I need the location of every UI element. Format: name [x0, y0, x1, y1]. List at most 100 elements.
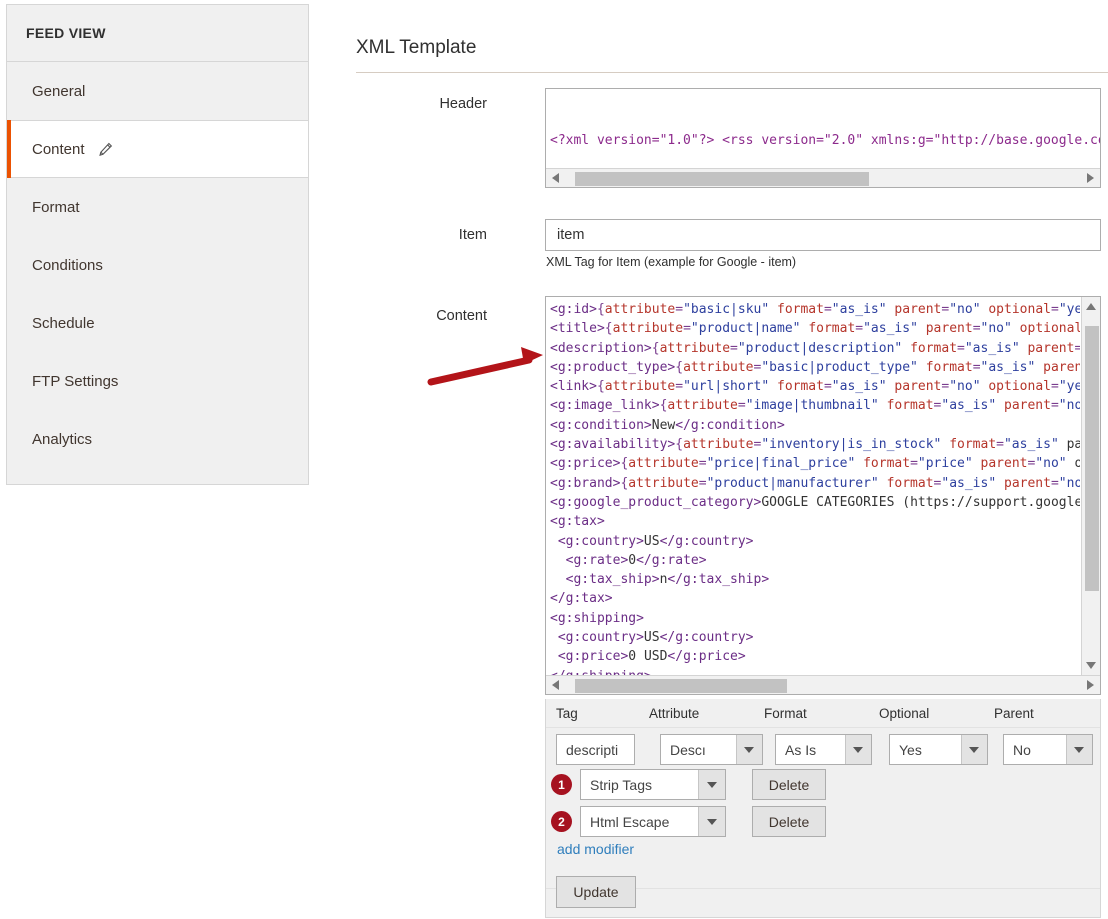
content-code-line: <g:tax_ship>n</g:tax_ship> [565, 572, 770, 588]
column-header-optional: Optional [879, 705, 930, 721]
hscroll-thumb[interactable] [575, 678, 787, 693]
chevron-down-icon[interactable] [698, 807, 725, 836]
content-code-line: <g:rate>0</g:rate> [565, 552, 707, 568]
content-vscrollbar[interactable] [1081, 297, 1100, 675]
title-divider [356, 72, 1108, 73]
hscroll-left-arrow-icon[interactable] [546, 676, 565, 695]
modifier-select-value: Html Escape [590, 813, 670, 830]
optional-select-value: Yes [899, 741, 922, 758]
chevron-down-icon[interactable] [960, 735, 987, 764]
annotation-arrow-icon [427, 347, 543, 386]
tag-input-value: descripti [566, 741, 619, 758]
sidebar-item-content[interactable]: Content [7, 120, 308, 178]
format-select[interactable]: As Is [775, 734, 872, 765]
content-code-line: <description>{attribute="product|descrip… [550, 340, 1080, 356]
tag-editor-panel: Tag Attribute Format Optional Parent des… [545, 699, 1101, 918]
hscroll-thumb[interactable] [575, 171, 870, 186]
feed-view-sidebar: FEED VIEW General Content Format Conditi… [6, 4, 309, 485]
page-title: XML Template [356, 37, 477, 58]
sidebar-item-general[interactable]: General [7, 62, 308, 120]
format-select-value: As Is [785, 741, 817, 758]
hscroll-left-arrow-icon[interactable] [546, 169, 565, 188]
modifier-row: 2 [551, 811, 572, 832]
sidebar-item-schedule[interactable]: Schedule [7, 294, 308, 352]
add-modifier-link[interactable]: add modifier [557, 841, 634, 857]
sidebar-item-label: Conditions [32, 256, 103, 274]
tag-editor-footer: Update [546, 876, 1100, 917]
content-code-line: <g:condition>New</g:condition> [550, 417, 785, 433]
content-textarea[interactable]: <g:id>{attribute="basic|sku" format="as_… [545, 296, 1101, 695]
modifier-select-value: Strip Tags [590, 776, 652, 793]
content-code-line: </g:tax> [550, 591, 613, 607]
item-field-hint: XML Tag for Item (example for Google - i… [546, 255, 797, 269]
vscroll-thumb[interactable] [1084, 326, 1099, 592]
chevron-down-icon[interactable] [1065, 735, 1092, 764]
sidebar-item-label: Content [32, 140, 85, 158]
sidebar-item-format[interactable]: Format [7, 178, 308, 236]
hscroll-track[interactable] [565, 169, 1081, 188]
tag-input[interactable]: descripti [556, 734, 635, 765]
update-button[interactable]: Update [556, 876, 636, 908]
item-input-value: item [557, 227, 585, 243]
hscroll-right-arrow-icon[interactable] [1081, 676, 1100, 695]
header-code-line: <?xml version="1.0"?> <rss version="2.0"… [550, 132, 1101, 148]
tag-row: descripti [556, 734, 635, 765]
content-code-line: <g:google_product_category>GOOGLE CATEGO… [550, 494, 1080, 510]
optional-select[interactable]: Yes [889, 734, 988, 765]
sidebar-item-analytics[interactable]: Analytics [7, 410, 308, 468]
content-field-label: Content [436, 308, 487, 324]
content-code-line: <g:shipping> [550, 610, 644, 626]
sidebar-item-ftp-settings[interactable]: FTP Settings [7, 352, 308, 410]
column-header-attribute: Attribute [649, 705, 700, 721]
pencil-icon[interactable] [98, 142, 113, 157]
sidebar-item-label: Format [32, 198, 80, 216]
app-root: FEED VIEW General Content Format Conditi… [0, 0, 1108, 919]
content-code-line: <g:image_link>{attribute="image|thumbnai… [550, 398, 1080, 414]
content-code-line: <g:product_type>{attribute="basic|produc… [550, 359, 1080, 375]
item-field-label: Item [458, 227, 487, 243]
content-code-line: <g:price>{attribute="price|final_price" … [550, 456, 1080, 472]
delete-modifier-button-2[interactable]: Delete [752, 806, 826, 837]
parent-select[interactable]: No [1003, 734, 1093, 765]
content-textarea-content: <g:id>{attribute="basic|sku" format="as_… [550, 300, 1080, 686]
hscroll-right-arrow-icon[interactable] [1081, 169, 1100, 188]
sidebar-item-conditions[interactable]: Conditions [7, 236, 308, 294]
tag-editor-body: descripti Descı As Is Yes No 1 Strip Tag… [546, 728, 1100, 888]
column-header-format: Format [764, 705, 807, 721]
content-hscrollbar[interactable] [546, 675, 1100, 694]
chevron-down-icon[interactable] [698, 770, 725, 799]
tag-editor-header-row: Tag Attribute Format Optional Parent [546, 699, 1100, 728]
modifier-select-1[interactable]: Strip Tags [580, 769, 726, 800]
content-code-line: <g:tax> [550, 514, 605, 530]
sidebar-item-label: Analytics [32, 430, 93, 448]
vscroll-track[interactable] [1082, 316, 1101, 656]
status-badge: 1 [551, 774, 572, 795]
content-code-line: <title>{attribute="product|name" format=… [550, 321, 1080, 337]
chevron-down-icon[interactable] [735, 735, 762, 764]
modifier-select-2[interactable]: Html Escape [580, 806, 726, 837]
hscroll-track[interactable] [565, 676, 1081, 695]
sidebar-item-label: FTP Settings [32, 372, 119, 390]
content-code-line: <g:availability>{attribute="inventory|is… [550, 437, 1080, 453]
header-field-label: Header [439, 96, 487, 112]
sidebar-item-label: General [32, 82, 86, 100]
sidebar-item-label: Schedule [32, 314, 95, 332]
modifier-row: 1 [551, 774, 572, 795]
attribute-select[interactable]: Descı [660, 734, 763, 765]
content-code-line: <g:country>US</g:country> [557, 533, 754, 549]
attribute-select-value: Descı [670, 741, 706, 758]
content-code-line: <g:brand>{attribute="product|manufacture… [550, 475, 1080, 491]
content-code-line: <g:price>0 USD</g:price> [557, 649, 746, 665]
content-code-line: <g:country>US</g:country> [557, 630, 754, 646]
status-badge: 2 [551, 811, 572, 832]
column-header-parent: Parent [994, 705, 1034, 721]
header-textarea[interactable]: <?xml version="1.0"?> <rss version="2.0"… [545, 88, 1101, 188]
delete-modifier-button-1[interactable]: Delete [752, 769, 826, 800]
chevron-down-icon[interactable] [844, 735, 871, 764]
header-hscrollbar[interactable] [546, 168, 1100, 187]
content-code-line: <g:id>{attribute="basic|sku" format="as_… [550, 302, 1080, 317]
vscroll-down-arrow-icon[interactable] [1082, 656, 1101, 675]
vscroll-up-arrow-icon[interactable] [1082, 297, 1101, 316]
item-input[interactable]: item [545, 219, 1101, 251]
content-code-line: <link>{attribute="url|short" format="as_… [550, 379, 1080, 395]
